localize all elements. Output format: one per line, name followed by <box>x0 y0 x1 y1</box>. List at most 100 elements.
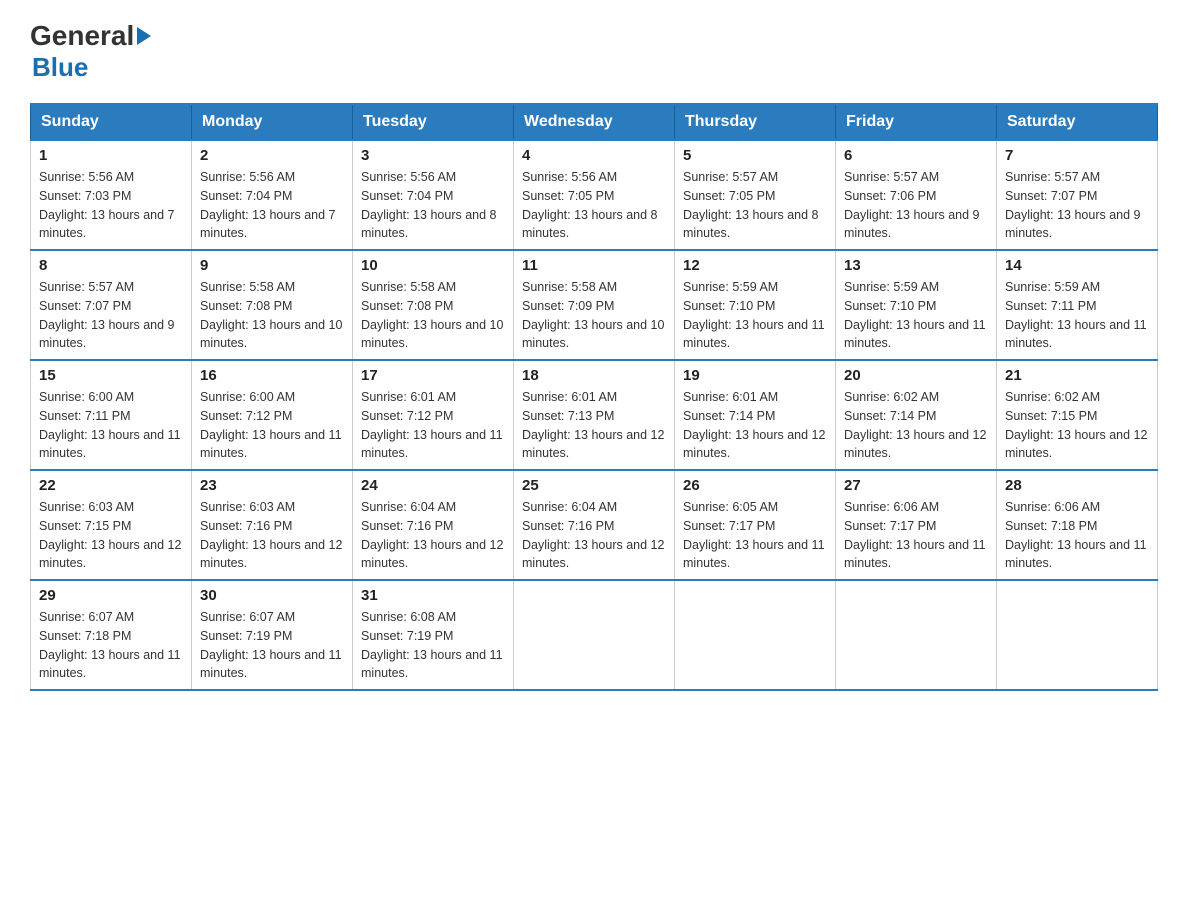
sunrise-text: Sunrise: 6:04 AM <box>522 500 617 514</box>
day-info: Sunrise: 5:58 AM Sunset: 7:09 PM Dayligh… <box>522 278 666 353</box>
sunset-text: Sunset: 7:14 PM <box>683 409 775 423</box>
logo-arrow-icon <box>137 27 151 45</box>
sunrise-text: Sunrise: 5:58 AM <box>361 280 456 294</box>
day-number: 8 <box>39 257 183 274</box>
daylight-text: Daylight: 13 hours and 11 minutes. <box>1005 318 1147 351</box>
table-row: 17 Sunrise: 6:01 AM Sunset: 7:12 PM Dayl… <box>353 360 514 470</box>
header-saturday: Saturday <box>997 104 1158 140</box>
table-row: 7 Sunrise: 5:57 AM Sunset: 7:07 PM Dayli… <box>997 140 1158 250</box>
calendar-week-row: 1 Sunrise: 5:56 AM Sunset: 7:03 PM Dayli… <box>31 140 1158 250</box>
day-info: Sunrise: 5:59 AM Sunset: 7:11 PM Dayligh… <box>1005 278 1149 353</box>
sunrise-text: Sunrise: 5:56 AM <box>522 170 617 184</box>
day-info: Sunrise: 5:56 AM Sunset: 7:03 PM Dayligh… <box>39 168 183 243</box>
day-number: 30 <box>200 587 344 604</box>
logo-blue-label: Blue <box>32 52 88 83</box>
logo-general-text: General <box>30 20 134 52</box>
day-info: Sunrise: 5:57 AM Sunset: 7:07 PM Dayligh… <box>39 278 183 353</box>
table-row: 5 Sunrise: 5:57 AM Sunset: 7:05 PM Dayli… <box>675 140 836 250</box>
day-number: 13 <box>844 257 988 274</box>
table-row: 14 Sunrise: 5:59 AM Sunset: 7:11 PM Dayl… <box>997 250 1158 360</box>
day-info: Sunrise: 5:57 AM Sunset: 7:06 PM Dayligh… <box>844 168 988 243</box>
table-row: 16 Sunrise: 6:00 AM Sunset: 7:12 PM Dayl… <box>192 360 353 470</box>
day-number: 26 <box>683 477 827 494</box>
sunrise-text: Sunrise: 5:58 AM <box>200 280 295 294</box>
day-number: 19 <box>683 367 827 384</box>
day-info: Sunrise: 6:01 AM Sunset: 7:12 PM Dayligh… <box>361 388 505 463</box>
sunrise-text: Sunrise: 5:57 AM <box>1005 170 1100 184</box>
sunset-text: Sunset: 7:11 PM <box>1005 299 1097 313</box>
sunset-text: Sunset: 7:15 PM <box>39 519 131 533</box>
header-thursday: Thursday <box>675 104 836 140</box>
daylight-text: Daylight: 13 hours and 11 minutes. <box>39 648 181 681</box>
daylight-text: Daylight: 13 hours and 11 minutes. <box>200 648 342 681</box>
table-row: 26 Sunrise: 6:05 AM Sunset: 7:17 PM Dayl… <box>675 470 836 580</box>
daylight-text: Daylight: 13 hours and 12 minutes. <box>361 538 503 571</box>
day-info: Sunrise: 6:03 AM Sunset: 7:15 PM Dayligh… <box>39 498 183 573</box>
sunset-text: Sunset: 7:17 PM <box>844 519 936 533</box>
table-row <box>514 580 675 690</box>
daylight-text: Daylight: 13 hours and 12 minutes. <box>200 538 342 571</box>
sunrise-text: Sunrise: 6:03 AM <box>39 500 134 514</box>
table-row: 20 Sunrise: 6:02 AM Sunset: 7:14 PM Dayl… <box>836 360 997 470</box>
daylight-text: Daylight: 13 hours and 11 minutes. <box>844 538 986 571</box>
day-number: 10 <box>361 257 505 274</box>
sunrise-text: Sunrise: 6:00 AM <box>39 390 134 404</box>
header-monday: Monday <box>192 104 353 140</box>
sunset-text: Sunset: 7:11 PM <box>39 409 131 423</box>
table-row: 2 Sunrise: 5:56 AM Sunset: 7:04 PM Dayli… <box>192 140 353 250</box>
day-info: Sunrise: 6:02 AM Sunset: 7:14 PM Dayligh… <box>844 388 988 463</box>
table-row: 18 Sunrise: 6:01 AM Sunset: 7:13 PM Dayl… <box>514 360 675 470</box>
daylight-text: Daylight: 13 hours and 11 minutes. <box>1005 538 1147 571</box>
sunset-text: Sunset: 7:19 PM <box>200 629 292 643</box>
day-info: Sunrise: 6:06 AM Sunset: 7:17 PM Dayligh… <box>844 498 988 573</box>
daylight-text: Daylight: 13 hours and 11 minutes. <box>683 318 825 351</box>
logo: General Blue <box>30 20 151 83</box>
daylight-text: Daylight: 13 hours and 8 minutes. <box>361 208 497 241</box>
calendar-week-row: 8 Sunrise: 5:57 AM Sunset: 7:07 PM Dayli… <box>31 250 1158 360</box>
day-info: Sunrise: 5:57 AM Sunset: 7:05 PM Dayligh… <box>683 168 827 243</box>
sunrise-text: Sunrise: 6:04 AM <box>361 500 456 514</box>
table-row <box>675 580 836 690</box>
day-info: Sunrise: 6:08 AM Sunset: 7:19 PM Dayligh… <box>361 608 505 683</box>
calendar-week-row: 29 Sunrise: 6:07 AM Sunset: 7:18 PM Dayl… <box>31 580 1158 690</box>
day-info: Sunrise: 6:01 AM Sunset: 7:14 PM Dayligh… <box>683 388 827 463</box>
day-info: Sunrise: 5:59 AM Sunset: 7:10 PM Dayligh… <box>844 278 988 353</box>
day-info: Sunrise: 6:05 AM Sunset: 7:17 PM Dayligh… <box>683 498 827 573</box>
sunrise-text: Sunrise: 6:02 AM <box>844 390 939 404</box>
sunrise-text: Sunrise: 5:59 AM <box>844 280 939 294</box>
day-number: 31 <box>361 587 505 604</box>
day-number: 29 <box>39 587 183 604</box>
sunrise-text: Sunrise: 6:05 AM <box>683 500 778 514</box>
day-number: 23 <box>200 477 344 494</box>
sunrise-text: Sunrise: 5:56 AM <box>361 170 456 184</box>
sunset-text: Sunset: 7:08 PM <box>200 299 292 313</box>
sunrise-text: Sunrise: 5:58 AM <box>522 280 617 294</box>
day-number: 11 <box>522 257 666 274</box>
daylight-text: Daylight: 13 hours and 9 minutes. <box>39 318 175 351</box>
calendar-header-row: Sunday Monday Tuesday Wednesday Thursday… <box>31 104 1158 140</box>
day-info: Sunrise: 6:07 AM Sunset: 7:18 PM Dayligh… <box>39 608 183 683</box>
sunset-text: Sunset: 7:18 PM <box>39 629 131 643</box>
day-info: Sunrise: 6:03 AM Sunset: 7:16 PM Dayligh… <box>200 498 344 573</box>
table-row: 27 Sunrise: 6:06 AM Sunset: 7:17 PM Dayl… <box>836 470 997 580</box>
daylight-text: Daylight: 13 hours and 12 minutes. <box>39 538 181 571</box>
day-number: 7 <box>1005 147 1149 164</box>
sunset-text: Sunset: 7:07 PM <box>1005 189 1097 203</box>
sunrise-text: Sunrise: 6:07 AM <box>200 610 295 624</box>
sunrise-text: Sunrise: 6:01 AM <box>361 390 456 404</box>
day-number: 4 <box>522 147 666 164</box>
header-wednesday: Wednesday <box>514 104 675 140</box>
sunset-text: Sunset: 7:18 PM <box>1005 519 1097 533</box>
day-info: Sunrise: 6:04 AM Sunset: 7:16 PM Dayligh… <box>361 498 505 573</box>
table-row: 23 Sunrise: 6:03 AM Sunset: 7:16 PM Dayl… <box>192 470 353 580</box>
sunset-text: Sunset: 7:05 PM <box>522 189 614 203</box>
table-row: 6 Sunrise: 5:57 AM Sunset: 7:06 PM Dayli… <box>836 140 997 250</box>
sunrise-text: Sunrise: 5:59 AM <box>1005 280 1100 294</box>
table-row: 10 Sunrise: 5:58 AM Sunset: 7:08 PM Dayl… <box>353 250 514 360</box>
calendar-week-row: 15 Sunrise: 6:00 AM Sunset: 7:11 PM Dayl… <box>31 360 1158 470</box>
sunrise-text: Sunrise: 5:57 AM <box>39 280 134 294</box>
sunset-text: Sunset: 7:16 PM <box>361 519 453 533</box>
table-row: 3 Sunrise: 5:56 AM Sunset: 7:04 PM Dayli… <box>353 140 514 250</box>
day-info: Sunrise: 5:56 AM Sunset: 7:05 PM Dayligh… <box>522 168 666 243</box>
daylight-text: Daylight: 13 hours and 11 minutes. <box>39 428 181 461</box>
